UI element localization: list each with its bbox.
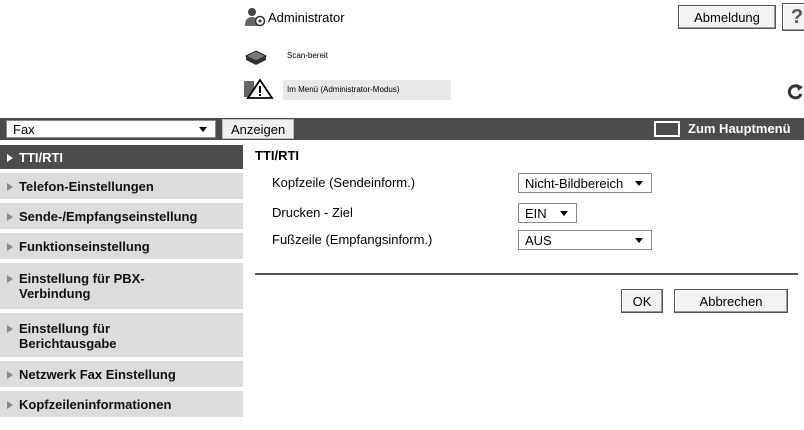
sidebar-item-netzwerk-fax[interactable]: Netzwerk Fax Einstellung [0, 361, 243, 389]
cancel-button[interactable]: Abbrechen [674, 289, 788, 313]
sidebar-item-kopfzeilen[interactable]: Kopfzeileninformationen [0, 391, 243, 419]
triangle-right-icon [7, 183, 13, 191]
sidebar-item-label: Einstellung für PBX-Verbindung [19, 271, 145, 301]
footer-info-select[interactable]: AUS [518, 230, 652, 250]
page-title: TTI/RTI [255, 148, 300, 163]
divider [255, 273, 798, 275]
logout-button[interactable]: Abmeldung [678, 5, 776, 29]
header-info-value: Nicht-Bildbereich [525, 175, 624, 191]
sidebar-item-label: Funktionseinstellung [19, 238, 150, 254]
print-target-label: Drucken - Ziel [272, 205, 353, 220]
mode-select-value: Fax [13, 121, 35, 137]
triangle-right-icon [7, 154, 13, 162]
print-target-value: EIN [525, 205, 547, 221]
footer-info-label: Fußzeile (Empfangsinform.) [272, 232, 433, 247]
chevron-down-icon [635, 238, 643, 243]
triangle-right-icon [7, 401, 13, 409]
user-role-label: Administrator [268, 10, 345, 25]
refresh-icon[interactable] [786, 82, 804, 102]
triangle-right-icon [7, 275, 13, 283]
sidebar-item-pbx[interactable]: Einstellung für PBX-Verbindung [0, 263, 243, 311]
ok-button[interactable]: OK [621, 289, 663, 313]
footer-info-value: AUS [525, 232, 552, 248]
device-status-text: Im Menü (Administrator-Modus) [287, 85, 400, 94]
main-menu-icon[interactable] [654, 121, 680, 137]
header-info-label: Kopfzeile (Sendeinform.) [272, 175, 416, 190]
sidebar-item-tti-rti[interactable]: TTI/RTI [0, 145, 243, 171]
sidebar-item-label: Einstellung für Berichtausgabe [19, 321, 117, 351]
sidebar-item-label: Telefon-Einstellungen [19, 178, 154, 194]
sidebar-item-label: Netzwerk Fax Einstellung [19, 366, 176, 382]
chevron-down-icon [199, 127, 207, 132]
warning-icon [244, 78, 274, 99]
display-button[interactable]: Anzeigen [222, 119, 294, 139]
sidebar-item-telefon[interactable]: Telefon-Einstellungen [0, 173, 243, 201]
sidebar-item-sende-empfang[interactable]: Sende-/Empfangseinstellung [0, 203, 243, 231]
chevron-down-icon [635, 181, 643, 186]
sidebar-item-bericht[interactable]: Einstellung für Berichtausgabe [0, 313, 243, 359]
triangle-right-icon [7, 243, 13, 251]
scanner-icon [244, 48, 268, 68]
sidebar-item-label: Kopfzeileninformationen [19, 396, 172, 412]
sidebar-item-label: Sende-/Empfangseinstellung [19, 208, 198, 224]
sidebar-item-funktion[interactable]: Funktionseinstellung [0, 233, 243, 261]
sidebar-item-label: TTI/RTI [19, 149, 64, 165]
help-button[interactable]: ? [782, 3, 804, 31]
chevron-down-icon [560, 211, 568, 216]
mode-select[interactable]: Fax [6, 120, 216, 138]
scanner-status-text: Scan-bereit [287, 51, 328, 60]
header-info-select[interactable]: Nicht-Bildbereich [518, 173, 652, 193]
triangle-right-icon [7, 325, 13, 333]
triangle-right-icon [7, 213, 13, 221]
print-target-select[interactable]: EIN [518, 203, 577, 223]
triangle-right-icon [7, 371, 13, 379]
main-menu-link[interactable]: Zum Hauptmenü [688, 121, 791, 136]
administrator-icon [244, 6, 266, 28]
